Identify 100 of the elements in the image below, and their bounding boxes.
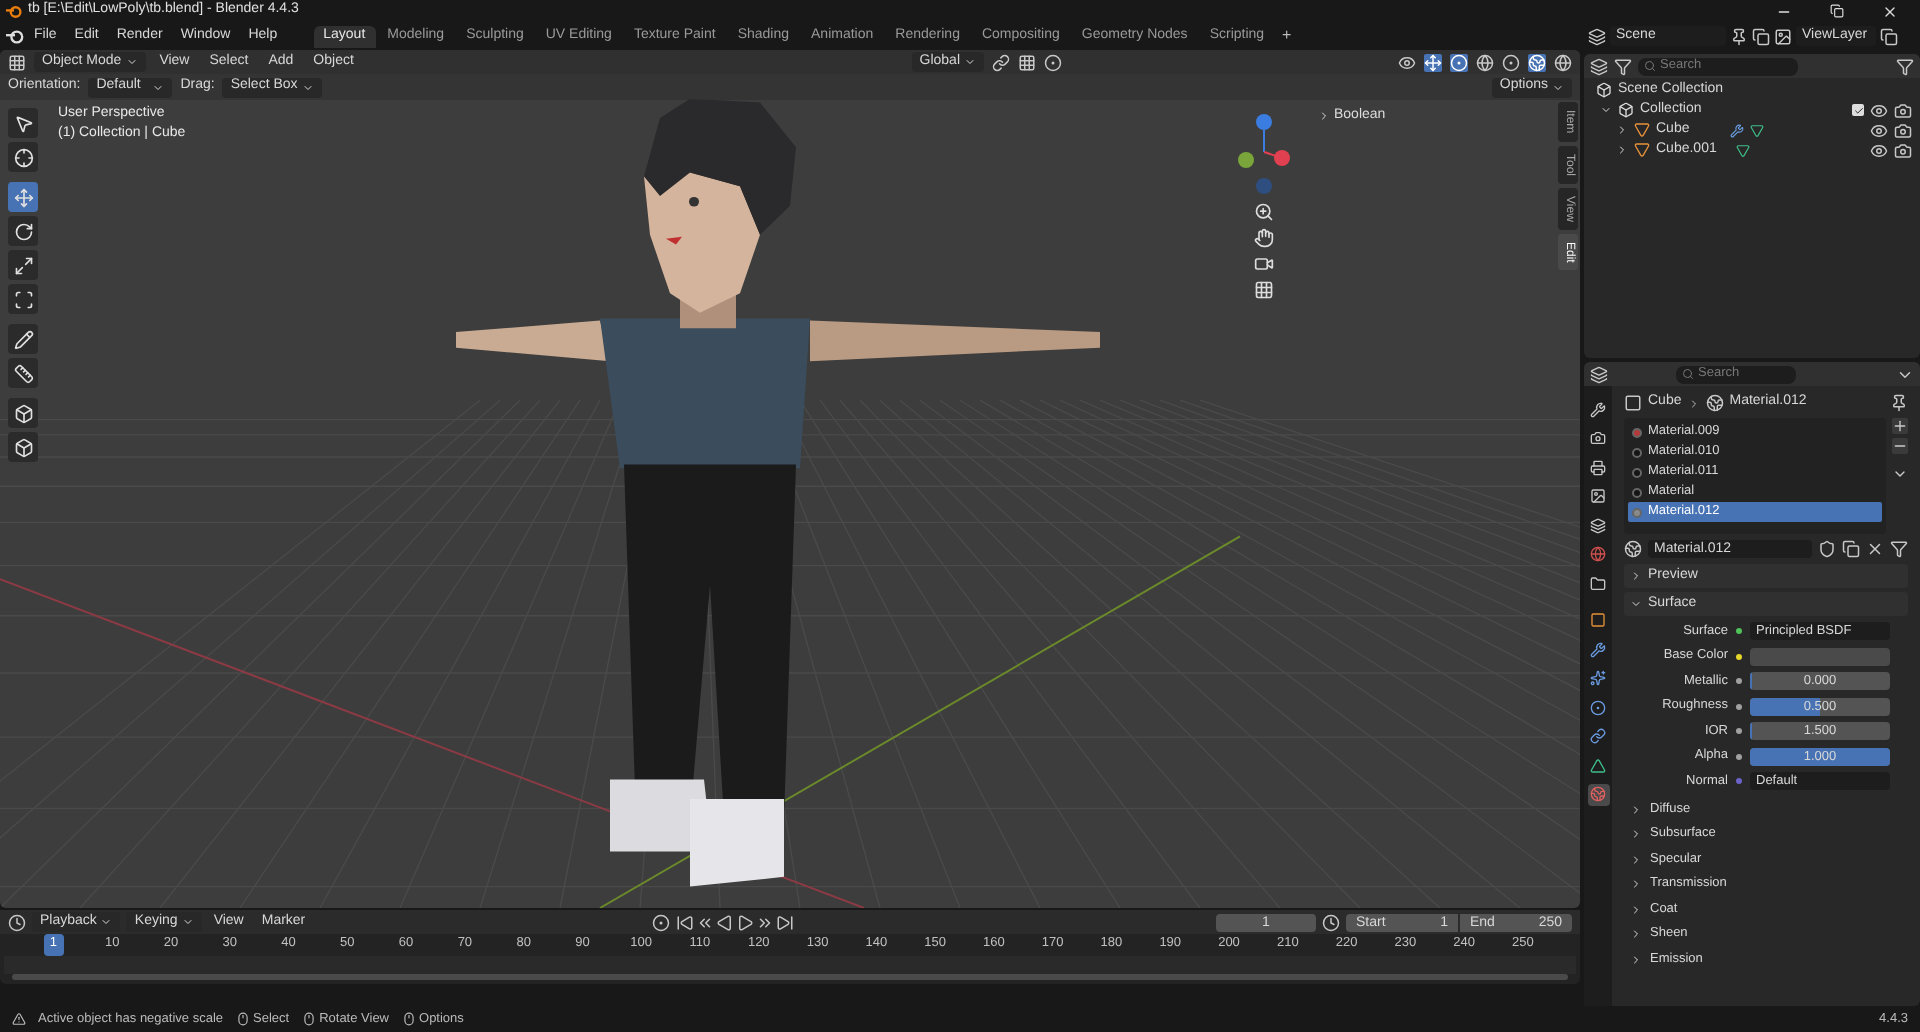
jump-end-icon[interactable] <box>776 913 794 931</box>
duplicate-icon[interactable] <box>1752 27 1770 45</box>
visibility-icon[interactable] <box>1398 53 1416 71</box>
proportional-icon[interactable] <box>1044 53 1062 71</box>
scale-icon <box>13 255 33 275</box>
sparkles-tab[interactable] <box>1587 667 1609 689</box>
camera-icon[interactable] <box>1254 254 1274 274</box>
remove-icon[interactable] <box>1892 438 1908 454</box>
square-tab[interactable] <box>1587 609 1609 631</box>
exclude-checkbox[interactable] <box>1852 104 1864 116</box>
wrench-tab[interactable] <box>1587 398 1609 420</box>
render-shading-icon[interactable] <box>1554 53 1572 71</box>
color-swatch[interactable] <box>1750 647 1890 665</box>
gizmo-icon[interactable] <box>1424 53 1442 71</box>
material-shading-icon[interactable] <box>1528 53 1546 71</box>
globe-tab[interactable] <box>1587 543 1609 565</box>
pin-icon[interactable] <box>1730 27 1748 45</box>
chevron-icon[interactable] <box>1892 466 1908 482</box>
layers-tab[interactable] <box>1587 514 1609 536</box>
camera-icon[interactable] <box>1894 101 1912 119</box>
zoom-icon[interactable] <box>1254 202 1274 222</box>
chevron-icon <box>1630 598 1642 610</box>
previous-keyframe-icon[interactable] <box>696 913 714 931</box>
camera-tab[interactable] <box>1587 427 1609 449</box>
unlink-icon[interactable] <box>1866 540 1884 558</box>
link-tab[interactable] <box>1587 725 1609 747</box>
filter-icon[interactable] <box>1890 540 1908 558</box>
camera-icon[interactable] <box>1894 141 1912 159</box>
pin-icon[interactable] <box>1890 394 1908 412</box>
expand-toggle-icon[interactable] <box>1616 144 1628 156</box>
shield-icon[interactable] <box>1818 540 1836 558</box>
add-workspace-button[interactable]: + <box>1276 24 1298 48</box>
tool-button[interactable] <box>8 284 38 314</box>
physics-tab[interactable] <box>1587 696 1609 718</box>
scene-icon[interactable] <box>1588 27 1606 45</box>
timeline-track[interactable] <box>4 956 1576 974</box>
tool-button[interactable] <box>8 250 38 280</box>
chevron-icon <box>1630 878 1642 890</box>
play-icon[interactable] <box>736 913 754 931</box>
editor-type-icon[interactable] <box>8 913 26 931</box>
image-icon <box>1590 488 1606 504</box>
filter-icon[interactable] <box>1614 57 1632 75</box>
warning-icon <box>12 1012 26 1026</box>
expand-toggle-icon[interactable] <box>1600 104 1612 116</box>
snap-icon[interactable] <box>1018 53 1036 71</box>
solid-shading-icon[interactable] <box>1502 53 1520 71</box>
triangle-tab[interactable] <box>1587 754 1609 776</box>
duplicate-icon[interactable] <box>1880 27 1898 45</box>
close-icon[interactable] <box>1882 3 1898 19</box>
tool-button[interactable] <box>8 398 38 428</box>
chevron-icon <box>1630 853 1642 865</box>
axis-gizmo[interactable] <box>1234 112 1294 196</box>
view-layer-icon[interactable] <box>1774 27 1792 45</box>
duplicate-icon[interactable] <box>1842 540 1860 558</box>
editor-type-icon[interactable] <box>8 53 26 71</box>
tool-button[interactable] <box>8 358 38 388</box>
caret-icon <box>964 56 976 68</box>
image-tab[interactable] <box>1587 485 1609 507</box>
stopwatch-icon[interactable] <box>1322 913 1340 931</box>
hand-icon[interactable] <box>1254 228 1274 248</box>
jump-start-icon[interactable] <box>676 913 694 931</box>
sphere-icon[interactable] <box>1624 540 1642 558</box>
caret-icon <box>100 916 113 928</box>
collection-icon <box>1596 82 1612 98</box>
camera-icon[interactable] <box>1894 121 1912 139</box>
folder-tab[interactable] <box>1587 572 1609 594</box>
sphere-tab[interactable] <box>1587 783 1609 805</box>
eye-icon[interactable] <box>1870 101 1888 119</box>
printer-tab[interactable] <box>1587 456 1609 478</box>
grid-icon[interactable] <box>1254 280 1274 300</box>
mouse-icon <box>401 1012 416 1026</box>
layers-icon <box>1590 517 1606 533</box>
editor-type-icon[interactable] <box>1590 365 1608 383</box>
next-keyframe-icon[interactable] <box>756 913 774 931</box>
tool-button[interactable] <box>8 216 38 246</box>
tool-button[interactable] <box>8 142 38 172</box>
pencil-icon <box>13 329 33 349</box>
play-reverse-icon[interactable] <box>716 913 734 931</box>
collection-icon <box>1618 102 1634 118</box>
globe-icon <box>1590 546 1606 562</box>
chevron-icon <box>1630 803 1642 815</box>
expand-toggle-icon[interactable] <box>1616 124 1628 136</box>
restore-icon[interactable] <box>1830 4 1844 18</box>
wrench-tab[interactable] <box>1587 638 1609 660</box>
chevron-icon <box>1630 953 1642 965</box>
check-icon <box>1853 105 1863 115</box>
wireframe-icon[interactable] <box>1476 53 1494 71</box>
blender-logo-icon[interactable] <box>6 27 24 45</box>
record-icon[interactable] <box>652 913 670 931</box>
tool-button[interactable] <box>8 108 38 138</box>
eye-icon[interactable] <box>1870 141 1888 159</box>
link-icon[interactable] <box>992 53 1010 71</box>
overlay-icon[interactable] <box>1450 53 1468 71</box>
filter-icon[interactable] <box>1896 57 1914 75</box>
display-mode-icon[interactable] <box>1590 57 1608 75</box>
tool-button[interactable] <box>8 432 38 462</box>
eye-icon[interactable] <box>1870 121 1888 139</box>
tool-button[interactable] <box>8 324 38 354</box>
add-icon[interactable] <box>1892 418 1908 434</box>
timeline-scrollbar[interactable] <box>12 974 1568 980</box>
